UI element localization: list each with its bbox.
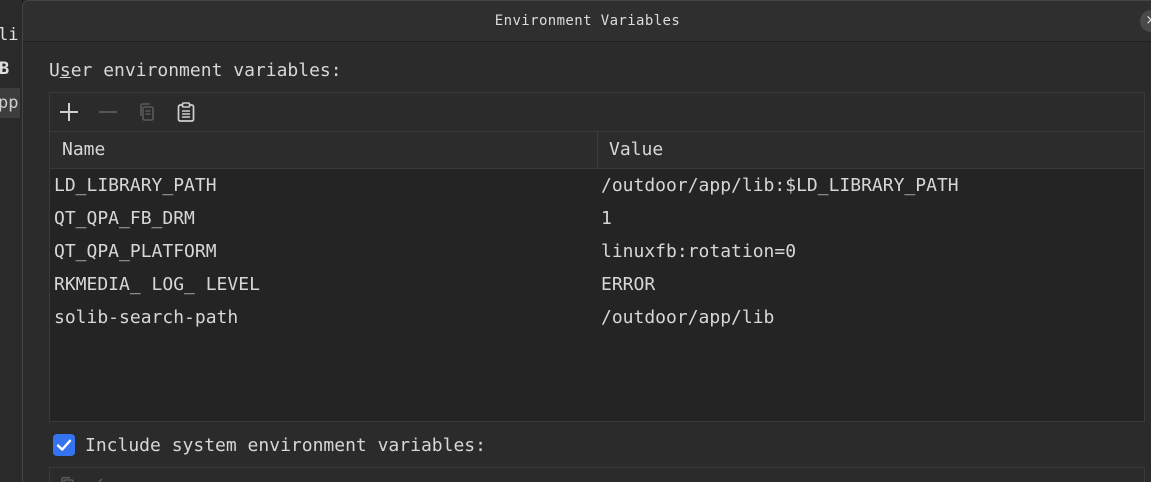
variable-name-cell[interactable]: solib-search-path bbox=[54, 301, 238, 334]
user-variables-label: User environment variables: bbox=[49, 60, 342, 81]
system-copy-button[interactable] bbox=[57, 474, 79, 482]
undo-icon bbox=[97, 478, 103, 482]
dialog-title: Environment Variables bbox=[494, 13, 681, 29]
table-row[interactable]: QT_QPA_FB_DRM 1 bbox=[50, 202, 1144, 235]
include-system-variables-checkbox[interactable] bbox=[53, 434, 75, 456]
variables-table-body: LD_LIBRARY_PATH /outdoor/app/lib:$LD_LIB… bbox=[50, 169, 1144, 334]
variable-value-cell[interactable]: /outdoor/app/lib:$LD_LIBRARY_PATH bbox=[601, 169, 959, 202]
background-list-item[interactable]: pp bbox=[0, 88, 20, 118]
variable-name-cell[interactable]: RKMEDIA_ LOG_ LEVEL bbox=[54, 268, 260, 301]
clipboard-icon bbox=[177, 102, 195, 122]
close-icon: × bbox=[1146, 13, 1151, 28]
screen: li B pp Environment Variables × User env… bbox=[0, 0, 1151, 482]
column-header-value[interactable]: Value bbox=[609, 132, 663, 168]
column-header-name[interactable]: Name bbox=[62, 132, 105, 168]
dialog-titlebar[interactable]: Environment Variables × bbox=[23, 1, 1151, 42]
background-window: li B pp bbox=[0, 0, 23, 482]
minus-icon bbox=[99, 111, 117, 113]
system-variables-panel bbox=[49, 467, 1145, 482]
user-variables-toolbar bbox=[50, 93, 1144, 132]
mnemonic-letter: s bbox=[59, 60, 71, 81]
variable-name-cell[interactable]: QT_QPA_FB_DRM bbox=[54, 202, 195, 235]
variable-value-cell[interactable]: 1 bbox=[601, 202, 612, 235]
system-reset-button[interactable] bbox=[94, 474, 116, 482]
include-system-variables-label[interactable]: Include system environment variables: bbox=[85, 433, 486, 459]
add-variable-button[interactable] bbox=[57, 100, 81, 124]
copy-variable-button[interactable] bbox=[135, 100, 159, 124]
user-variables-panel: Name Value LD_LIBRARY_PATH /outdoor/app/… bbox=[49, 92, 1145, 422]
background-text-fragment: li bbox=[0, 25, 19, 45]
paste-variable-button[interactable] bbox=[174, 100, 198, 124]
column-divider[interactable] bbox=[597, 132, 598, 168]
background-text-fragment: B bbox=[0, 59, 10, 79]
copy-icon bbox=[140, 103, 154, 121]
environment-variables-dialog: Environment Variables × User environment… bbox=[22, 0, 1151, 482]
table-row[interactable]: solib-search-path /outdoor/app/lib bbox=[50, 301, 1144, 334]
plus-icon bbox=[60, 103, 78, 121]
checkmark-icon bbox=[56, 439, 72, 451]
variable-value-cell[interactable]: linuxfb:rotation=0 bbox=[601, 235, 796, 268]
variable-name-cell[interactable]: QT_QPA_PLATFORM bbox=[54, 235, 217, 268]
table-row[interactable]: QT_QPA_PLATFORM linuxfb:rotation=0 bbox=[50, 235, 1144, 268]
variable-value-cell[interactable]: /outdoor/app/lib bbox=[601, 301, 774, 334]
table-row[interactable]: LD_LIBRARY_PATH /outdoor/app/lib:$LD_LIB… bbox=[50, 169, 1144, 202]
remove-variable-button[interactable] bbox=[96, 100, 120, 124]
variable-value-cell[interactable]: ERROR bbox=[601, 268, 655, 301]
copy-icon bbox=[61, 476, 74, 482]
table-header: Name Value bbox=[50, 132, 1144, 169]
table-row[interactable]: RKMEDIA_ LOG_ LEVEL ERROR bbox=[50, 268, 1144, 301]
variable-name-cell[interactable]: LD_LIBRARY_PATH bbox=[54, 169, 217, 202]
